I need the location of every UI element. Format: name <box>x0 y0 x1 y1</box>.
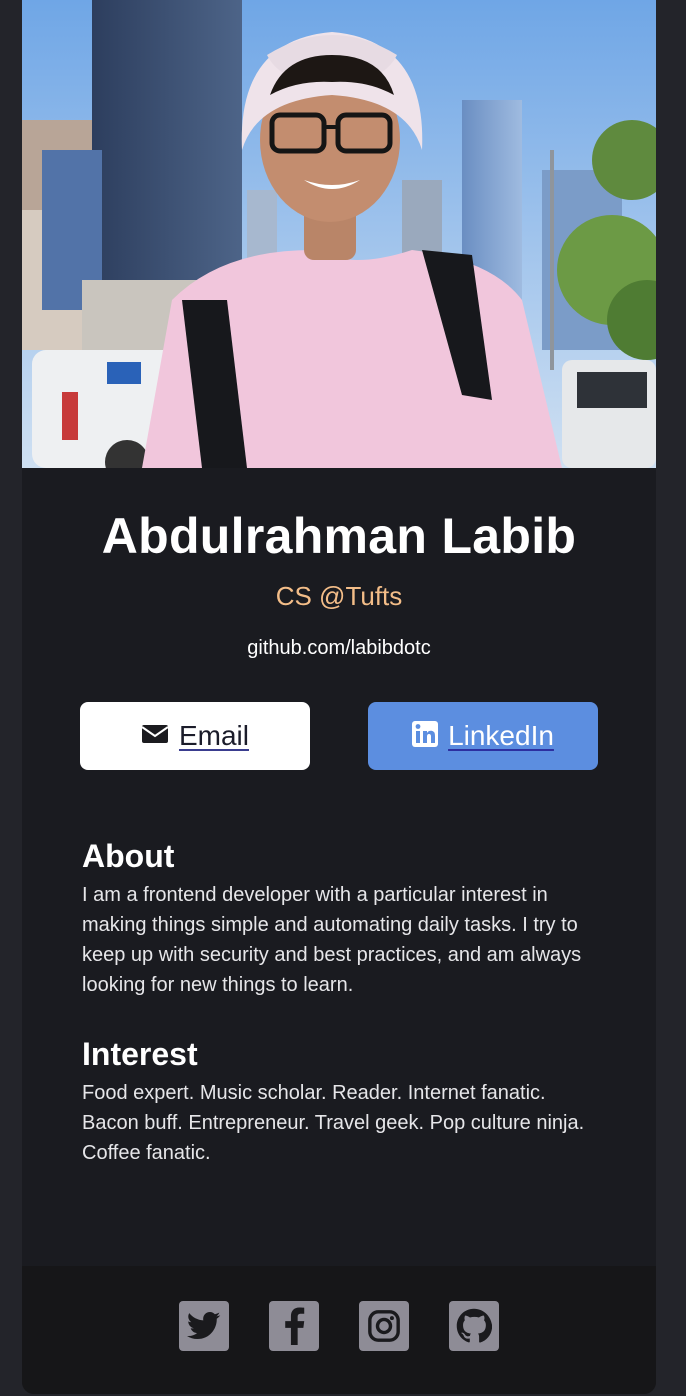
email-button-label: Email <box>178 720 249 751</box>
profile-website[interactable]: github.com/labibdotc <box>22 634 656 662</box>
profile-name: Abdulrahman Labib <box>101 508 577 564</box>
instagram-icon[interactable] <box>359 1301 409 1351</box>
interest-text: Food expert. Music scholar. Reader. Inte… <box>82 1082 585 1164</box>
about-heading: About <box>82 838 175 874</box>
footer <box>22 1266 656 1394</box>
linkedin-button[interactable]: LinkedIn <box>368 702 598 770</box>
email-button[interactable]: Email <box>80 702 310 770</box>
profile-card: Abdulrahman Labib CS @Tufts github.com/l… <box>22 0 656 1394</box>
linkedin-button-label: LinkedIn <box>448 720 554 751</box>
linkedin-icon <box>412 720 439 752</box>
profile-role: CS @Tufts <box>275 581 403 611</box>
about-text: I am a frontend developer with a particu… <box>82 884 582 996</box>
github-icon[interactable] <box>449 1301 499 1351</box>
profile-photo <box>22 0 656 468</box>
interest-heading: Interest <box>82 1036 198 1072</box>
facebook-icon[interactable] <box>269 1301 319 1351</box>
twitter-icon[interactable] <box>179 1301 229 1351</box>
envelope-icon <box>141 723 169 750</box>
